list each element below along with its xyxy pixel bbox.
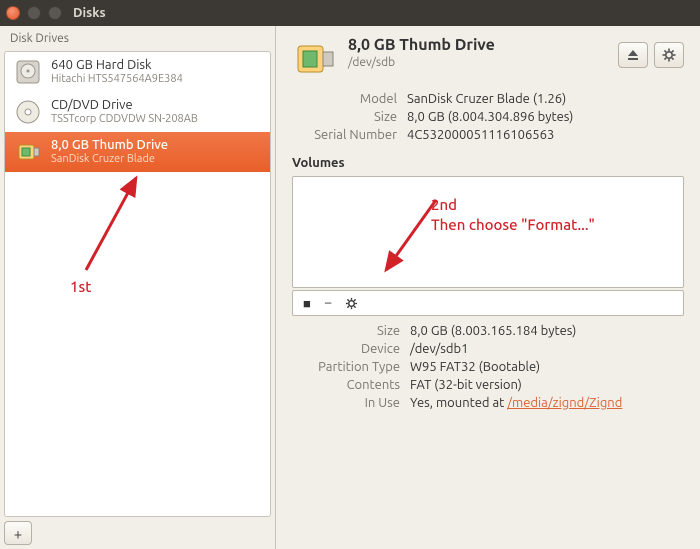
prop-value: W95 FAT32 (Bootable) <box>410 360 540 374</box>
window-title: Disks <box>73 6 106 20</box>
volume-properties: Size 8,0 GB (8.003.165.184 bytes) Device /… <box>292 324 684 410</box>
drive-options-button[interactable] <box>654 42 684 68</box>
sidebar-header: Disk Drives <box>0 26 275 49</box>
drive-sub: TSSTcorp CDDVDW SN-208AB <box>51 113 198 127</box>
window-maximize-button[interactable] <box>48 6 62 20</box>
prop-value: 4C532000051116106563 <box>407 128 554 142</box>
prop-label: In Use <box>292 396 400 410</box>
volume-stop-button[interactable]: ■ <box>303 296 311 311</box>
optical-drive-icon <box>13 97 43 127</box>
main-panel: 8,0 GB Thumb Drive /dev/sdb Model SanDisk… <box>276 26 700 549</box>
drive-name: CD/DVD Drive <box>51 97 198 113</box>
window-minimize-button[interactable] <box>27 6 41 20</box>
prop-value: SanDisk Cruzer Blade (1.26) <box>407 92 566 106</box>
prop-label: Device <box>292 342 400 356</box>
drive-item-thumb[interactable]: 8,0 GB Thumb Drive SanDisk Cruzer Blade <box>5 132 270 172</box>
prop-value-inuse: Yes, mounted at /media/zignd/Zignd <box>410 396 622 410</box>
hard-disk-icon <box>13 57 43 87</box>
device-thumb-drive-icon <box>292 36 338 82</box>
device-path: /dev/sdb <box>348 56 608 69</box>
volume-map[interactable] <box>292 176 684 288</box>
prop-value: FAT (32-bit version) <box>410 378 522 392</box>
prop-label: Serial Number <box>292 128 397 142</box>
inuse-prefix: Yes, mounted at <box>410 396 507 410</box>
prop-value: /dev/sdb1 <box>410 342 468 356</box>
titlebar: Disks <box>0 0 700 26</box>
drive-sub: Hitachi HTS547564A9E384 <box>51 73 183 87</box>
prop-label: Model <box>292 92 397 106</box>
drive-item-hdd[interactable]: 640 GB Hard Disk Hitachi HTS547564A9E384 <box>5 52 270 92</box>
volume-remove-button[interactable]: – <box>325 296 331 310</box>
thumb-drive-icon <box>13 137 43 167</box>
window-close-button[interactable] <box>6 6 20 20</box>
prop-label: Contents <box>292 378 400 392</box>
volume-options-button[interactable] <box>345 297 358 310</box>
prop-label: Partition Type <box>292 360 400 374</box>
device-properties: Model SanDisk Cruzer Blade (1.26) Size 8,0… <box>292 92 684 142</box>
volume-toolbar: ■ – <box>292 290 684 316</box>
sidebar: Disk Drives 640 GB Hard Disk Hitachi HTS… <box>0 26 276 549</box>
add-drive-button[interactable]: + <box>4 521 32 545</box>
drive-name: 8,0 GB Thumb Drive <box>51 137 168 153</box>
drive-item-optical[interactable]: CD/DVD Drive TSSTcorp CDDVDW SN-208AB <box>5 92 270 132</box>
drive-name: 640 GB Hard Disk <box>51 57 183 73</box>
prop-label: Size <box>292 324 400 338</box>
drive-list: 640 GB Hard Disk Hitachi HTS547564A9E384… <box>4 51 271 517</box>
device-title: 8,0 GB Thumb Drive <box>348 36 608 54</box>
volumes-header: Volumes <box>292 156 684 170</box>
mount-point-link[interactable]: /media/zignd/Zignd <box>507 396 622 410</box>
prop-value: 8,0 GB (8.004.304.896 bytes) <box>407 110 573 124</box>
prop-value: 8,0 GB (8.003.165.184 bytes) <box>410 324 576 338</box>
prop-label: Size <box>292 110 397 124</box>
drive-sub: SanDisk Cruzer Blade <box>51 153 168 167</box>
eject-button[interactable] <box>618 42 648 68</box>
